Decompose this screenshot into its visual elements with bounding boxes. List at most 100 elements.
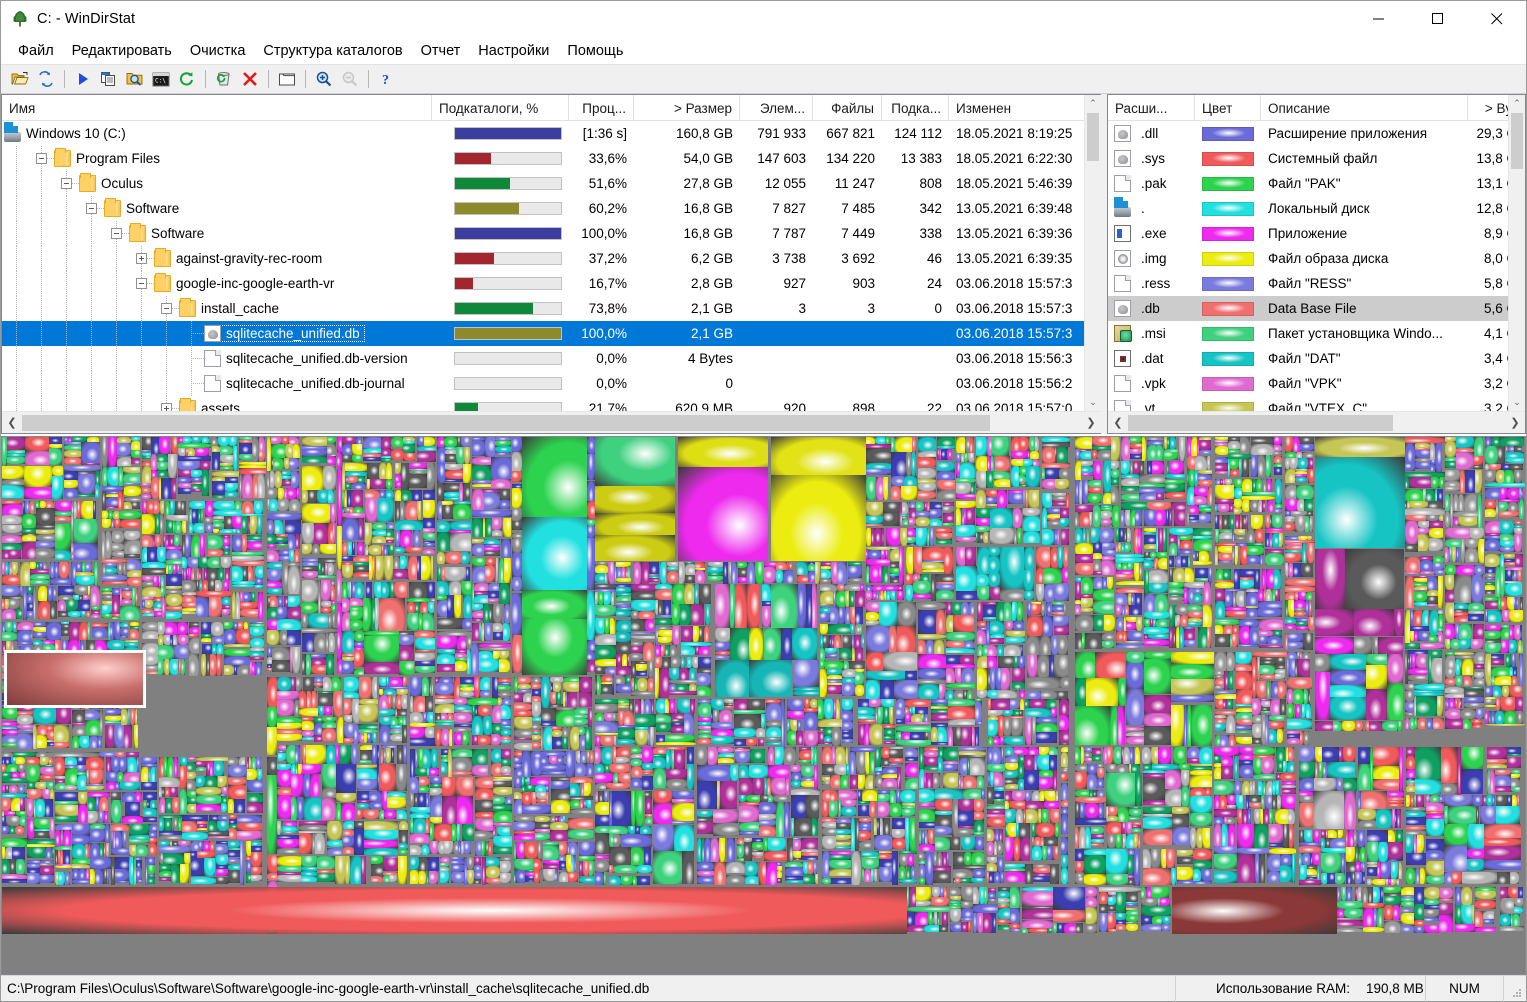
treemap-cell[interactable] [860, 584, 864, 591]
treemap-cell[interactable] [649, 578, 659, 582]
treemap-cell[interactable] [222, 609, 230, 615]
treemap-cell[interactable] [1171, 652, 1214, 664]
menu-file[interactable]: Файл [9, 40, 63, 62]
treemap-cell[interactable] [1088, 487, 1101, 493]
treemap-cell[interactable] [1116, 593, 1128, 605]
treemap-cell[interactable] [106, 782, 116, 790]
treemap-cell[interactable] [1519, 499, 1524, 519]
treemap-cell[interactable] [969, 602, 974, 615]
treemap-cell[interactable] [1504, 711, 1515, 724]
treemap-cell[interactable] [1135, 773, 1142, 806]
treemap-cell[interactable] [889, 626, 897, 652]
treemap-cell[interactable] [1027, 616, 1043, 636]
treemap-cell[interactable] [574, 719, 588, 725]
treemap-cell[interactable] [848, 566, 862, 578]
treemap-cell[interactable] [1215, 625, 1223, 634]
treemap-cell[interactable] [1388, 803, 1404, 807]
treemap-cell[interactable] [1485, 539, 1500, 551]
treemap-cell[interactable] [112, 551, 124, 557]
treemap-cell[interactable] [302, 456, 327, 463]
treemap-cell[interactable] [616, 632, 631, 642]
treemap-cell[interactable] [306, 745, 326, 764]
treemap-cell[interactable] [1108, 816, 1118, 821]
treemap-cell[interactable] [943, 764, 958, 771]
treemap-cell[interactable] [1408, 675, 1428, 681]
treemap-cell[interactable] [72, 736, 79, 748]
treemap-cell[interactable] [948, 719, 975, 725]
treemap-cell[interactable] [135, 709, 137, 725]
treemap-cell[interactable] [22, 514, 36, 528]
directory-row[interactable]: Software100,0%16,8 GB7 7877 44933813.05.… [2, 221, 1101, 246]
treemap-cell[interactable] [1188, 611, 1202, 618]
treemap-cell[interactable] [181, 501, 186, 515]
treemap-cell[interactable] [672, 791, 694, 799]
treemap-cell[interactable] [891, 452, 906, 476]
treemap-cell[interactable] [697, 673, 711, 686]
treemap-cell[interactable] [157, 547, 165, 562]
treemap-cell[interactable] [595, 872, 604, 885]
treemap-cell[interactable] [1416, 696, 1437, 716]
treemap-cell[interactable] [1405, 521, 1418, 544]
treemap-cell[interactable] [1225, 611, 1246, 617]
treemap-cell[interactable] [1289, 458, 1298, 469]
treemap-cell[interactable] [846, 747, 848, 764]
treemap-cell[interactable] [1084, 855, 1106, 874]
treemap-cell[interactable] [1399, 747, 1403, 791]
treemap-cell[interactable] [457, 636, 466, 649]
treemap-cell[interactable] [36, 508, 55, 525]
treemap-cell[interactable] [413, 818, 425, 833]
treemap-cell[interactable] [1181, 770, 1189, 786]
treemap-cell[interactable] [1367, 842, 1378, 862]
treemap-cell[interactable] [1413, 610, 1421, 626]
treemap-cell[interactable] [1280, 865, 1292, 882]
treemap-cell[interactable] [1242, 459, 1249, 477]
treemap-cell[interactable] [221, 796, 227, 803]
treemap-cell[interactable] [1218, 561, 1232, 563]
treemap-cell[interactable] [403, 717, 406, 725]
treemap-cell[interactable] [760, 795, 768, 802]
treemap-cell[interactable] [713, 823, 738, 836]
treemap-cell[interactable] [820, 624, 828, 634]
treemap-cell[interactable] [997, 490, 1007, 508]
treemap-cell[interactable] [1081, 598, 1093, 608]
treemap-cell[interactable] [58, 600, 66, 611]
treemap-cell[interactable] [1485, 521, 1500, 533]
treemap-cell[interactable] [355, 582, 364, 598]
treemap-cell[interactable] [143, 800, 146, 808]
treemap-cell[interactable] [1190, 775, 1212, 787]
treemap-cell[interactable] [363, 598, 371, 631]
treemap-cell[interactable] [840, 775, 848, 788]
treemap-cell[interactable] [496, 558, 498, 583]
treemap-cell[interactable] [1075, 505, 1093, 512]
treemap-cell[interactable] [958, 828, 974, 835]
treemap-cell[interactable] [991, 699, 1010, 710]
treemap-cell[interactable] [1312, 853, 1319, 865]
treemap-cell[interactable] [776, 570, 783, 583]
treemap-cell[interactable] [1215, 463, 1228, 471]
treemap-cell[interactable] [1007, 823, 1016, 837]
treemap-cell[interactable] [1000, 589, 1024, 601]
treemap-cell[interactable] [357, 542, 364, 555]
treemap-cell[interactable] [613, 713, 616, 721]
treemap-cell[interactable] [278, 596, 283, 607]
treemap-cell[interactable] [1485, 483, 1525, 487]
treemap-cell[interactable] [391, 717, 398, 725]
treemap-cell[interactable] [879, 859, 892, 867]
treemap-cell[interactable] [50, 578, 71, 585]
treemap-cell[interactable] [467, 870, 474, 884]
treemap-cell[interactable] [1328, 830, 1337, 838]
treemap-cell[interactable] [522, 805, 551, 814]
treemap-cell[interactable] [1485, 724, 1525, 726]
treemap-cell[interactable] [267, 873, 277, 880]
treemap-cell[interactable] [1220, 735, 1229, 746]
treemap-cell[interactable] [953, 852, 964, 865]
treemap-cell[interactable] [342, 565, 353, 578]
treemap-cell[interactable] [522, 619, 587, 675]
treemap-cell[interactable] [1405, 544, 1418, 552]
treemap-cell[interactable] [956, 547, 965, 566]
treemap-cell[interactable] [171, 478, 176, 499]
treemap-cell[interactable] [1085, 803, 1099, 818]
treemap-cell[interactable] [1434, 556, 1444, 563]
treemap-cell[interactable] [242, 474, 252, 498]
treemap-cell[interactable] [653, 851, 682, 884]
